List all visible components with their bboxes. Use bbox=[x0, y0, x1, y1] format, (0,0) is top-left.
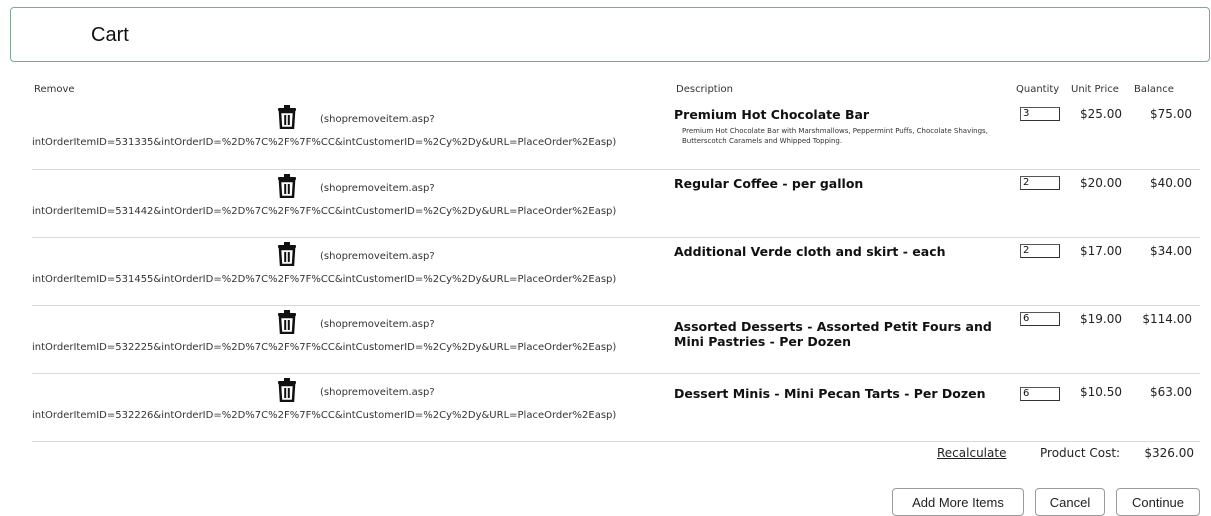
item-title: Assorted Desserts - Assorted Petit Fours… bbox=[674, 319, 992, 349]
item-title: Additional Verde cloth and skirt - each bbox=[674, 244, 946, 259]
remove-link-line2[interactable]: intOrderItemID=531335&intOrderID=%2D%7C%… bbox=[32, 137, 616, 148]
unit-price: $10.50 bbox=[1080, 385, 1122, 399]
page-title: Cart bbox=[91, 24, 129, 46]
trash-icon[interactable] bbox=[276, 310, 298, 335]
cancel-button[interactable]: Cancel bbox=[1035, 488, 1105, 516]
unit-price: $19.00 bbox=[1080, 312, 1122, 326]
remove-link-line1[interactable]: (shopremoveitem.asp? bbox=[320, 183, 435, 194]
column-header-remove: Remove bbox=[34, 84, 75, 95]
column-header-balance: Balance bbox=[1134, 84, 1174, 95]
recalculate-link[interactable]: Recalculate bbox=[937, 446, 1006, 460]
remove-link-line2[interactable]: intOrderItemID=531442&intOrderID=%2D%7C%… bbox=[32, 206, 616, 217]
product-cost-value: $326.00 bbox=[1144, 446, 1194, 460]
column-header-unit-price: Unit Price bbox=[1071, 84, 1119, 95]
cart-row: (shopremoveitem.asp? intOrderItemID=5314… bbox=[32, 237, 1200, 306]
quantity-input[interactable]: 6 bbox=[1020, 312, 1060, 326]
line-balance: $114.00 bbox=[1142, 312, 1192, 326]
column-header-quantity: Quantity bbox=[1016, 84, 1060, 95]
item-title: Premium Hot Chocolate Bar bbox=[674, 107, 870, 122]
quantity-input[interactable]: 2 bbox=[1020, 244, 1060, 258]
table-divider bbox=[32, 441, 1200, 442]
unit-price: $25.00 bbox=[1080, 107, 1122, 121]
cart-row: (shopremoveitem.asp? intOrderItemID=5322… bbox=[32, 305, 1200, 374]
trash-icon[interactable] bbox=[276, 242, 298, 267]
product-cost-label: Product Cost: bbox=[1040, 446, 1121, 460]
remove-link-line1[interactable]: (shopremoveitem.asp? bbox=[320, 114, 435, 125]
continue-button[interactable]: Continue bbox=[1116, 488, 1200, 516]
remove-link-line2[interactable]: intOrderItemID=532225&intOrderID=%2D%7C%… bbox=[32, 342, 616, 353]
add-more-items-button[interactable]: Add More Items bbox=[892, 488, 1024, 516]
trash-icon[interactable] bbox=[276, 105, 298, 130]
remove-link-line1[interactable]: (shopremoveitem.asp? bbox=[320, 387, 435, 398]
cart-row: (shopremoveitem.asp? intOrderItemID=5314… bbox=[32, 169, 1200, 238]
line-balance: $34.00 bbox=[1150, 244, 1192, 258]
cart-row: (shopremoveitem.asp? intOrderItemID=5322… bbox=[32, 373, 1200, 442]
line-balance: $63.00 bbox=[1150, 385, 1192, 399]
cart-header: Cart bbox=[10, 7, 1210, 62]
quantity-input[interactable]: 2 bbox=[1020, 176, 1060, 190]
unit-price: $20.00 bbox=[1080, 176, 1122, 190]
trash-icon[interactable] bbox=[276, 174, 298, 199]
remove-link-line1[interactable]: (shopremoveitem.asp? bbox=[320, 319, 435, 330]
quantity-input[interactable]: 3 bbox=[1020, 107, 1060, 121]
remove-link-line1[interactable]: (shopremoveitem.asp? bbox=[320, 251, 435, 262]
item-title: Regular Coffee - per gallon bbox=[674, 176, 864, 191]
line-balance: $75.00 bbox=[1150, 107, 1192, 121]
line-balance: $40.00 bbox=[1150, 176, 1192, 190]
remove-link-line2[interactable]: intOrderItemID=531455&intOrderID=%2D%7C%… bbox=[32, 274, 616, 285]
trash-icon[interactable] bbox=[276, 378, 298, 403]
cart-row: (shopremoveitem.asp? intOrderItemID=5313… bbox=[32, 101, 1200, 169]
remove-link-line2[interactable]: intOrderItemID=532226&intOrderID=%2D%7C%… bbox=[32, 410, 616, 421]
quantity-input[interactable]: 6 bbox=[1020, 387, 1060, 401]
column-header-description: Description bbox=[676, 84, 733, 95]
unit-price: $17.00 bbox=[1080, 244, 1122, 258]
item-title: Dessert Minis - Mini Pecan Tarts - Per D… bbox=[674, 386, 986, 401]
item-description: Premium Hot Chocolate Bar with Marshmall… bbox=[682, 127, 988, 145]
